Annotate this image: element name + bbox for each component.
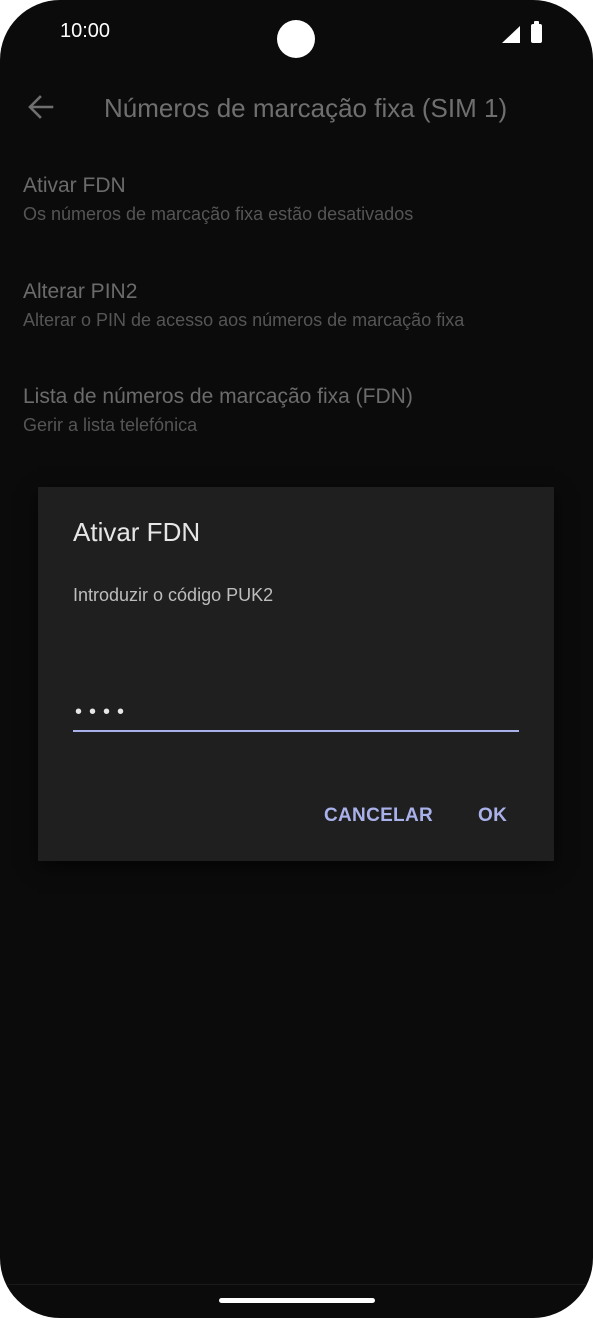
camera-cutout	[277, 20, 315, 58]
dialog-message: Introduzir o código PUK2	[73, 585, 274, 605]
pref-item-title: Lista de números de marcação fixa (FDN)	[23, 385, 413, 408]
activate-fdn-dialog: Ativar FDN Introduzir o código PUK2 ••••…	[38, 487, 554, 861]
pref-item-change-pin2[interactable]: Alterar PIN2 Alterar o PIN de acesso aos…	[23, 280, 568, 331]
ok-button[interactable]: OK	[478, 805, 507, 827]
status-time: 10:00	[60, 20, 111, 42]
pref-item-activate-fdn[interactable]: Ativar FDN Os números de marcação fixa e…	[23, 174, 568, 225]
dialog-title: Ativar FDN	[73, 517, 201, 547]
pref-item-title: Alterar PIN2	[23, 280, 138, 303]
pref-item-title: Ativar FDN	[23, 174, 126, 197]
app-bar: Números de marcação fixa (SIM 1)	[0, 80, 593, 136]
puk2-input[interactable]: ••••	[73, 692, 519, 732]
pref-item-fdn-list[interactable]: Lista de números de marcação fixa (FDN) …	[23, 385, 568, 436]
arrow-left-icon[interactable]	[26, 92, 56, 122]
nav-divider	[0, 1284, 593, 1285]
status-bar: 10:00	[0, 0, 593, 70]
pref-item-summary: Alterar o PIN de acesso aos números de m…	[23, 310, 465, 330]
page-title: Números de marcação fixa (SIM 1)	[104, 93, 508, 123]
phone-screen: 10:00 Números de marcação fixa (SIM 1) A…	[0, 0, 593, 1318]
pref-item-summary: Gerir a lista telefónica	[23, 415, 198, 435]
pref-item-summary: Os números de marcação fixa estão desati…	[23, 204, 414, 224]
battery-icon	[531, 21, 542, 43]
gesture-nav-handle[interactable]	[219, 1298, 375, 1303]
signal-icon	[502, 26, 520, 43]
cancel-button[interactable]: CANCELAR	[324, 805, 433, 827]
